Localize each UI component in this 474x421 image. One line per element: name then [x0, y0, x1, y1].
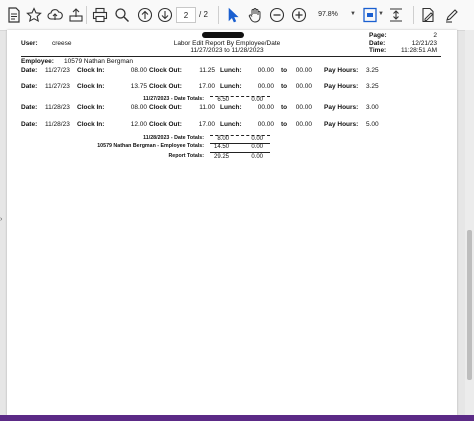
zoom-in-icon[interactable]: [291, 7, 307, 23]
redaction-mark: [202, 32, 244, 38]
row-lunch-from: 00.00: [257, 104, 274, 111]
date-totals-hours: 8.00: [217, 136, 229, 142]
time-value: 11:28:51 AM: [400, 47, 437, 54]
page-down-icon[interactable]: [157, 7, 173, 23]
star-icon[interactable]: [26, 7, 42, 23]
row-pay-hours-label: Pay Hours:: [324, 104, 359, 111]
row-clock-out: 11.25: [199, 67, 215, 74]
row-date-label: Date:: [21, 104, 38, 111]
employee-totals-other: 0.00: [251, 144, 263, 150]
employee-totals-label: 10579 Nathan Bergman - Employee Totals:: [97, 143, 204, 149]
row-clock-in-label: Clock In:: [77, 83, 105, 90]
vertical-scrollbar[interactable]: [465, 30, 474, 415]
totals-solid-rule: [210, 152, 270, 153]
page-value: 2: [433, 32, 437, 39]
row-lunch-from: 00.00: [257, 67, 274, 74]
row-pay-hours: 3.25: [366, 83, 379, 90]
row-clock-in: 12.00: [130, 121, 147, 128]
page-total-label: / 2: [199, 10, 208, 19]
row-pay-hours-label: Pay Hours:: [324, 67, 359, 74]
row-clock-in: 08.00: [130, 67, 147, 74]
date-totals-other: 0.00: [251, 136, 263, 142]
row-date: 11/27/23: [45, 83, 70, 90]
toolbar-separator: [86, 6, 87, 24]
row-lunch-to: 00.00: [295, 121, 312, 128]
row-clock-out-label: Clock Out:: [149, 121, 182, 128]
share-icon[interactable]: [68, 7, 84, 23]
row-lunch-label: Lunch:: [220, 121, 242, 128]
document-page: User: creese Labor Edit Report By Employ…: [7, 30, 457, 415]
scroll-mode-icon[interactable]: [388, 7, 404, 23]
page-up-icon[interactable]: [137, 7, 153, 23]
header-divider: [21, 56, 441, 57]
row-date-label: Date:: [21, 67, 38, 74]
select-cursor-icon[interactable]: [225, 7, 241, 23]
report-totals-other: 0.00: [251, 154, 263, 160]
row-clock-in-label: Clock In:: [77, 67, 105, 74]
row-clock-in-label: Clock In:: [77, 104, 105, 111]
row-clock-out: 17.00: [198, 121, 215, 128]
row-clock-out-label: Clock Out:: [149, 83, 182, 90]
page-number-input[interactable]: 2: [176, 7, 196, 23]
highlight-pen-icon[interactable]: [444, 7, 460, 23]
row-pay-hours-label: Pay Hours:: [324, 121, 359, 128]
zoom-search-icon[interactable]: [114, 7, 130, 23]
scrollbar-thumb[interactable]: [467, 230, 472, 380]
time-label: Time:: [369, 47, 387, 54]
row-clock-in-label: Clock In:: [77, 121, 105, 128]
employee-totals-hours: 14.50: [213, 144, 229, 150]
upload-cloud-icon[interactable]: [47, 7, 63, 23]
viewer-toolbar: 2 / 2 97.8% ▼ ▼: [0, 0, 474, 31]
date-totals-label: 11/28/2023 - Date Totals:: [143, 135, 204, 141]
row-pay-hours-label: Pay Hours:: [324, 83, 359, 90]
row-lunch-label: Lunch:: [220, 83, 242, 90]
print-icon[interactable]: [92, 7, 108, 23]
row-clock-out-label: Clock Out:: [149, 104, 182, 111]
row-pay-hours: 5.00: [366, 121, 379, 128]
report-totals-hours: 29.25: [213, 154, 229, 160]
user-value: creese: [52, 40, 72, 47]
row-lunch-from: 00.00: [257, 121, 274, 128]
employee-label: Employee:: [21, 58, 54, 65]
zoom-level-select[interactable]: 97.8%: [311, 7, 345, 23]
zoom-out-icon[interactable]: [269, 7, 285, 23]
row-clock-out: 17.00: [198, 83, 215, 90]
chevron-down-icon[interactable]: ▼: [350, 11, 356, 17]
employee-value: 10579 Nathan Bergman: [64, 58, 134, 65]
row-pay-hours: 3.00: [366, 104, 379, 111]
row-date-label: Date:: [21, 121, 38, 128]
row-lunch-label: Lunch:: [220, 104, 242, 111]
toolbar-separator: [413, 6, 414, 24]
row-date-label: Date:: [21, 83, 38, 90]
user-label: User:: [21, 40, 38, 47]
row-date: 11/27/23: [45, 67, 70, 74]
row-clock-in: 13.75: [130, 83, 147, 90]
taskbar-strip: [0, 415, 474, 421]
page-label: Page:: [369, 32, 387, 39]
row-lunch-label: Lunch:: [220, 67, 242, 74]
fit-page-icon[interactable]: [362, 7, 378, 23]
date-totals-label: 11/27/2023 - Date Totals:: [143, 96, 204, 102]
document-icon[interactable]: [6, 7, 22, 23]
report-totals-label: Report Totals:: [168, 153, 204, 159]
row-lunch-to: 00.00: [295, 67, 312, 74]
date-totals-other: 0.00: [251, 97, 263, 103]
row-date: 11/28/23: [45, 104, 70, 111]
row-clock-in: 08.00: [130, 104, 147, 111]
row-clock-out-label: Clock Out:: [149, 67, 182, 74]
comment-icon[interactable]: [420, 7, 436, 23]
report-date-range: 11/27/2023 to 11/28/2023: [190, 47, 264, 54]
row-date: 11/28/23: [45, 121, 70, 128]
row-lunch-from: 00.00: [257, 83, 274, 90]
row-lunch-to: 00.00: [295, 104, 312, 111]
hand-tool-icon[interactable]: [247, 7, 263, 23]
row-lunch-to: 00.00: [295, 83, 312, 90]
row-clock-out: 11.00: [199, 104, 215, 111]
date-totals-hours: 6.50: [217, 97, 229, 103]
side-panel-toggle-icon[interactable]: ›: [0, 216, 2, 223]
chevron-down-icon[interactable]: ▼: [378, 11, 384, 17]
toolbar-separator: [218, 6, 219, 24]
row-pay-hours: 3.25: [366, 67, 379, 74]
